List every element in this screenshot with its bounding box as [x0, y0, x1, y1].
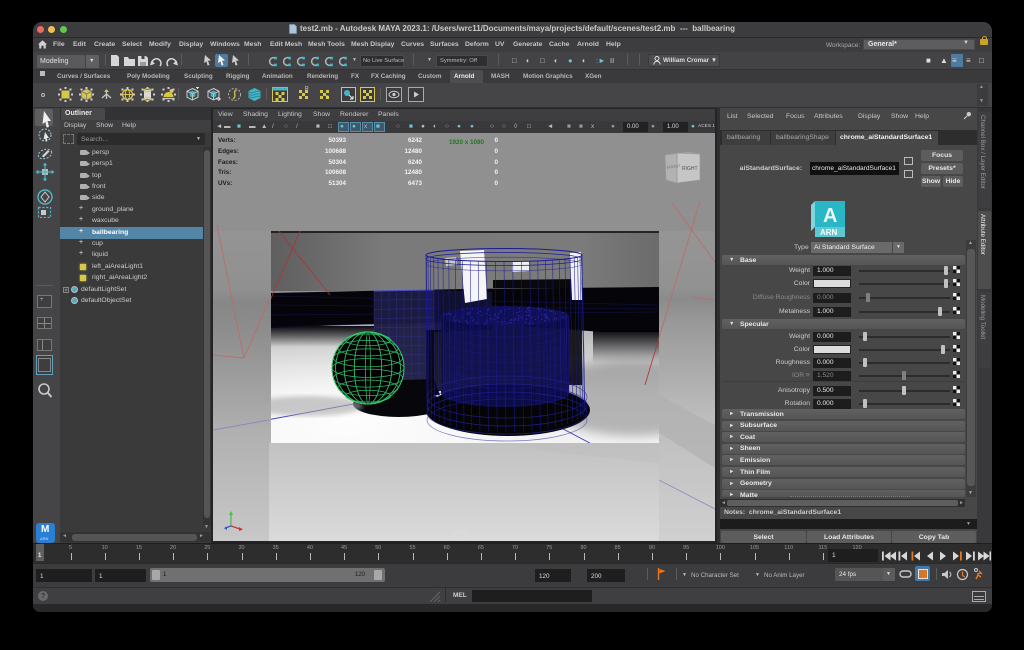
svg-text:RIGHT: RIGHT — [682, 166, 698, 172]
svg-text:A: A — [823, 205, 837, 227]
svg-text:ARN: ARN — [820, 228, 838, 237]
